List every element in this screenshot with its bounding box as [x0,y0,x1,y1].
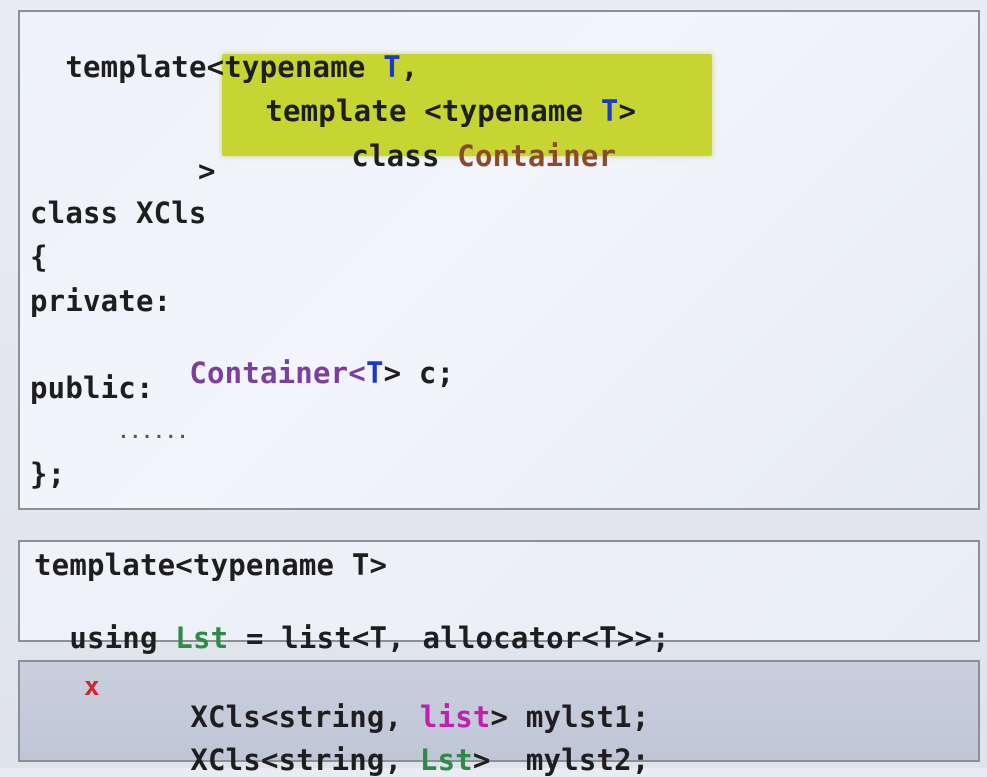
code-line-mylst2: XCls<string, Lst> mylst2; [155,717,650,775]
code-token: > c; [383,356,455,390]
code-line-close-brace: }; [30,457,66,491]
code-line-class-container: class Container [316,113,616,171]
code-line-using-lst: using Lst = list<T, allocator<T>>; [34,595,670,653]
error-mark-icon: x [84,672,100,702]
code-token: > [618,94,637,128]
code-token: < [348,356,366,390]
code-token-type-param: T [365,356,384,390]
code-token: = list<T, allocator<T>>; [228,621,670,655]
code-line-class-xcls: class XCls [30,196,207,230]
code-token: XCls<string, [190,743,420,777]
code-line-close-angle: > [198,154,216,188]
code-token: using [69,621,176,655]
code-line-open-brace: { [30,240,48,274]
code-token-container: Container [189,356,349,390]
code-line-public: public: [30,371,154,405]
code-line-member-c: Container<T> c; [154,330,454,388]
code-token-alias: Lst [175,621,229,655]
code-line-private: private: [30,284,172,318]
code-ellipsis: ...... [118,422,190,443]
code-line-alias-template-header: template<typename T> [34,548,388,582]
code-token: > mylst2; [472,743,650,777]
code-token: class [351,139,458,173]
code-token-alias: Lst [419,743,473,777]
code-token-container: Container [457,139,617,173]
